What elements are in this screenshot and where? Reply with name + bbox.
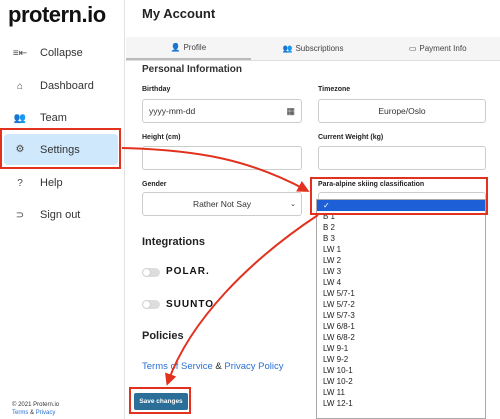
- gender-label: Gender: [142, 181, 167, 188]
- sidebar-item-label: Team: [40, 112, 67, 124]
- classification-option[interactable]: LW 4: [317, 277, 485, 288]
- account-tabs: 👤 Profile 👥 Subscriptions ▭ Payment Info: [126, 37, 500, 61]
- classification-option[interactable]: B 2: [317, 222, 485, 233]
- sidebar-item-label: Sign out: [40, 209, 81, 221]
- birthday-label: Birthday: [142, 86, 171, 93]
- tab-label: Payment Info: [419, 44, 467, 53]
- polar-toggle[interactable]: [142, 268, 160, 277]
- sidebar-item-dashboard[interactable]: ⌂ Dashboard: [0, 71, 125, 101]
- copyright-text: © 2021 Protern.io: [12, 402, 60, 408]
- classification-option[interactable]: LW 5/7-3: [317, 310, 485, 321]
- personal-information-heading: Personal Information: [142, 64, 243, 74]
- classification-highlight-box: [310, 177, 488, 215]
- suunto-logo: SUUNTO: [166, 299, 215, 310]
- help-icon: ?: [17, 177, 23, 189]
- tab-subscriptions[interactable]: 👥 Subscriptions: [251, 37, 376, 60]
- sidebar-item-label: Dashboard: [40, 80, 94, 92]
- weight-label: Current Weight (kg): [318, 134, 384, 141]
- tab-payment-info[interactable]: ▭ Payment Info: [375, 37, 500, 60]
- classification-option[interactable]: LW 1: [317, 244, 485, 255]
- policies-amp: &: [215, 361, 222, 372]
- classification-option[interactable]: LW 10-1: [317, 365, 485, 376]
- card-icon: ▭: [408, 44, 417, 53]
- footer-amp: &: [30, 410, 35, 416]
- gender-value: Rather Not Say: [192, 199, 252, 209]
- classification-option[interactable]: LW 3: [317, 266, 485, 277]
- weight-input[interactable]: [318, 146, 486, 170]
- sidebar-footer: © 2021 Protern.io Terms & Privacy: [12, 401, 59, 417]
- app-root: protern.io ≡⇤ Collapse ⌂ Dashboard 👥 Tea…: [0, 0, 500, 419]
- height-input[interactable]: [142, 146, 302, 170]
- birthday-input[interactable]: yyyy-mm-dd ▦: [142, 99, 302, 123]
- policy-links: Terms of Service & Privacy Policy: [142, 361, 284, 372]
- suunto-toggle[interactable]: [142, 300, 160, 309]
- classification-option[interactable]: LW 11: [317, 387, 485, 398]
- home-icon: ⌂: [16, 80, 24, 92]
- privacy-policy-link[interactable]: Privacy Policy: [224, 361, 283, 372]
- classification-option[interactable]: LW 9-2: [317, 354, 485, 365]
- classification-option[interactable]: LW 9-1: [317, 343, 485, 354]
- profile-icon: 👤: [170, 43, 181, 52]
- collapse-icon: ≡⇤: [12, 47, 28, 59]
- team-icon: 👥: [13, 112, 27, 124]
- timezone-label: Timezone: [318, 86, 351, 93]
- chevron-down-icon: ⌄: [290, 201, 296, 208]
- sign-out-icon: ⊃: [15, 209, 25, 221]
- sidebar-item-help[interactable]: ? Help: [0, 168, 125, 198]
- sidebar: protern.io ≡⇤ Collapse ⌂ Dashboard 👥 Tea…: [0, 0, 125, 419]
- timezone-select[interactable]: Europe/Oslo: [318, 99, 486, 123]
- calendar-icon[interactable]: ▦: [286, 106, 295, 117]
- sidebar-item-label: Help: [40, 177, 63, 189]
- policies-heading: Policies: [142, 330, 184, 342]
- subscriptions-icon: 👥: [282, 44, 293, 53]
- classification-option[interactable]: LW 6/8-1: [317, 321, 485, 332]
- classification-option[interactable]: B 3: [317, 233, 485, 244]
- classification-option[interactable]: LW 12-1: [317, 398, 485, 409]
- save-highlight-box: [129, 387, 191, 414]
- sidebar-item-collapse[interactable]: ≡⇤ Collapse: [0, 38, 125, 68]
- app-logo: protern.io: [8, 2, 106, 27]
- sidebar-item-label: Collapse: [40, 47, 83, 59]
- timezone-value: Europe/Oslo: [378, 106, 426, 116]
- tab-label: Subscriptions: [295, 44, 344, 53]
- terms-of-service-link[interactable]: Terms of Service: [142, 361, 213, 372]
- classification-option[interactable]: LW 10-2: [317, 376, 485, 387]
- classification-option[interactable]: LW 5/7-2: [317, 299, 485, 310]
- classification-option[interactable]: LW 2: [317, 255, 485, 266]
- page-title: My Account: [142, 6, 216, 21]
- birthday-value: yyyy-mm-dd: [149, 106, 196, 116]
- tab-label: Profile: [183, 43, 207, 52]
- classification-option[interactable]: LW 6/8-2: [317, 332, 485, 343]
- height-label: Height (cm): [142, 134, 181, 141]
- tab-profile[interactable]: 👤 Profile: [126, 37, 251, 60]
- polar-logo: POLAR.: [166, 266, 210, 277]
- gender-select[interactable]: Rather Not Say ⌄: [142, 192, 302, 216]
- classification-option[interactable]: LW 5/7-1: [317, 288, 485, 299]
- classification-options-list: ✓ B 1B 2B 3 LW 1 LW 2 LW 3 LW 4 LW 5/7-1 LW 5/7…: [316, 199, 486, 419]
- integrations-heading: Integrations: [142, 236, 205, 248]
- settings-highlight-box: [0, 128, 121, 169]
- footer-terms-link[interactable]: Terms: [12, 410, 28, 416]
- sidebar-item-sign-out[interactable]: ⊃ Sign out: [0, 200, 125, 230]
- footer-privacy-link[interactable]: Privacy: [36, 410, 56, 416]
